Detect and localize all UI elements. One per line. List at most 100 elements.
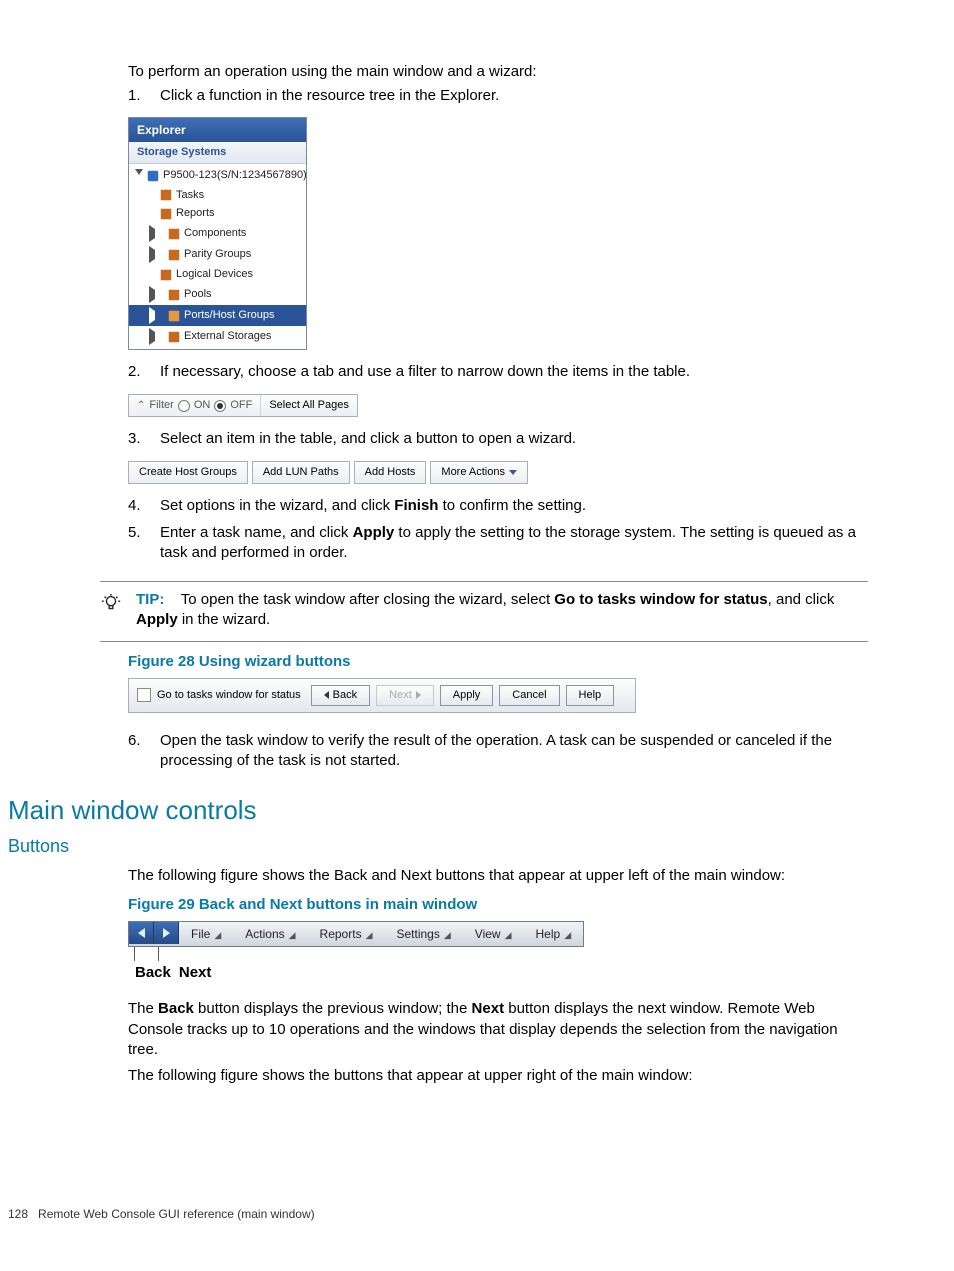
list-number: 1. — [128, 86, 160, 106]
reports-icon — [159, 207, 173, 221]
explorer-title: Explorer — [129, 118, 306, 142]
tree-item-ports[interactable]: Ports/Host Groups — [129, 305, 306, 326]
step-3: Select an item in the table, and click a… — [160, 429, 868, 449]
tree-root[interactable]: P9500-123(S/N:1234567890) — [129, 166, 306, 186]
tree-label: Parity Groups — [184, 247, 251, 262]
section-buttons: Buttons — [8, 834, 868, 858]
main-menubar: File◢ Actions◢ Reports◢ Settings◢ View◢ … — [128, 921, 584, 947]
figure-28-caption: Figure 28 Using wizard buttons — [128, 652, 868, 672]
tip-bold: Go to tasks window for status — [554, 591, 767, 608]
add-hosts-button[interactable]: Add Hosts — [354, 461, 427, 484]
cancel-button[interactable]: Cancel — [499, 685, 559, 706]
tree-label: Tasks — [176, 188, 204, 203]
tree-item-external[interactable]: External Storages — [129, 326, 306, 347]
list-number: 3. — [128, 429, 160, 449]
apply-button[interactable]: Apply — [440, 685, 494, 706]
step-4: Set options in the wizard, and click Fin… — [160, 496, 868, 516]
expand-icon[interactable] — [149, 225, 164, 242]
storage-icon — [146, 169, 160, 183]
tip-icon — [100, 592, 122, 614]
ldev-icon — [159, 268, 173, 282]
nav-back-button[interactable] — [129, 922, 154, 944]
buttons-intro: The following figure shows the Back and … — [128, 866, 868, 886]
list-number: 6. — [128, 731, 160, 772]
tree-item-parity[interactable]: Parity Groups — [129, 244, 306, 265]
annotation-back: Back — [135, 963, 171, 983]
btn-label: Next — [389, 688, 412, 703]
tree-label: P9500-123(S/N:1234567890) — [163, 168, 307, 183]
select-all-button[interactable]: Select All Pages — [261, 395, 357, 416]
expand-icon[interactable] — [149, 246, 164, 263]
explorer-subtitle: Storage Systems — [129, 142, 306, 164]
next-button: Next — [376, 685, 434, 706]
dropdown-icon — [509, 470, 517, 475]
list-number: 2. — [128, 362, 160, 382]
filter-label: Filter — [149, 398, 173, 413]
back-next-paragraph: The Back button displays the previous wi… — [128, 999, 868, 1060]
tree-label: Components — [184, 226, 246, 241]
add-lun-paths-button[interactable]: Add LUN Paths — [252, 461, 350, 484]
tip-label: TIP: — [136, 591, 164, 608]
tree-label: Ports/Host Groups — [184, 308, 274, 323]
step-1: Click a function in the resource tree in… — [160, 86, 868, 106]
wizard-button-bar: Go to tasks window for status Back Next … — [128, 678, 636, 713]
btn-label: Add LUN Paths — [263, 465, 339, 480]
nav-next-button[interactable] — [154, 922, 179, 944]
expand-icon[interactable] — [149, 307, 164, 324]
annotation-next: Next — [179, 963, 212, 983]
expand-icon[interactable] — [149, 328, 164, 345]
next-arrow-icon — [416, 691, 421, 699]
go-to-tasks-checkbox[interactable] — [137, 688, 151, 702]
tree-item-tasks[interactable]: Tasks — [129, 186, 306, 205]
help-button[interactable]: Help — [566, 685, 615, 706]
tip-block: TIP: To open the task window after closi… — [100, 581, 868, 642]
parity-icon — [167, 248, 181, 262]
menu-reports[interactable]: Reports◢ — [308, 922, 385, 946]
tasks-icon — [159, 188, 173, 202]
tree-label: Reports — [176, 206, 215, 221]
collapse-icon[interactable]: ⌃ — [137, 399, 145, 413]
explorer-panel: Explorer Storage Systems P9500-123(S/N:1… — [128, 117, 307, 351]
ports-icon — [167, 309, 181, 323]
create-host-groups-button[interactable]: Create Host Groups — [128, 461, 248, 484]
filter-toolbar: ⌃ Filter ON OFF Select All Pages — [128, 394, 358, 417]
tree-label: External Storages — [184, 329, 271, 344]
expand-icon[interactable] — [149, 286, 164, 303]
more-actions-button[interactable]: More Actions — [430, 461, 528, 484]
btn-label: Add Hosts — [365, 465, 416, 480]
tree-item-pools[interactable]: Pools — [129, 284, 306, 305]
section-main-window-controls: Main window controls — [8, 793, 868, 828]
menu-settings[interactable]: Settings◢ — [385, 922, 463, 946]
tree-item-components[interactable]: Components — [129, 223, 306, 244]
expand-icon[interactable] — [135, 169, 143, 184]
next-arrow-icon — [163, 928, 170, 938]
tree-item-ldevs[interactable]: Logical Devices — [129, 265, 306, 284]
pools-icon — [167, 288, 181, 302]
btn-label: Cancel — [512, 688, 546, 703]
tip-bold: Apply — [136, 611, 178, 628]
tip-text: , and click — [768, 591, 835, 608]
menu-file[interactable]: File◢ — [179, 922, 233, 946]
back-arrow-icon — [138, 928, 145, 938]
tip-text: To open the task window after closing th… — [181, 591, 555, 608]
components-icon — [167, 227, 181, 241]
tree-label: Logical Devices — [176, 267, 253, 282]
list-number: 4. — [128, 496, 160, 516]
filter-off-radio[interactable] — [214, 400, 226, 412]
back-button[interactable]: Back — [311, 685, 370, 706]
off-label: OFF — [230, 398, 252, 413]
filter-on-radio[interactable] — [178, 400, 190, 412]
back-arrow-icon — [324, 691, 329, 699]
list-number: 5. — [128, 523, 160, 564]
checkbox-label: Go to tasks window for status — [157, 688, 301, 703]
menu-view[interactable]: View◢ — [463, 922, 524, 946]
step-6: Open the task window to verify the resul… — [160, 731, 868, 772]
external-icon — [167, 330, 181, 344]
on-label: ON — [194, 398, 211, 413]
intro-line: To perform an operation using the main w… — [128, 62, 868, 82]
btn-label: Apply — [453, 688, 481, 703]
btn-label: Back — [333, 688, 357, 703]
tree-item-reports[interactable]: Reports — [129, 204, 306, 223]
menu-actions[interactable]: Actions◢ — [233, 922, 307, 946]
menu-help[interactable]: Help◢ — [524, 922, 584, 946]
